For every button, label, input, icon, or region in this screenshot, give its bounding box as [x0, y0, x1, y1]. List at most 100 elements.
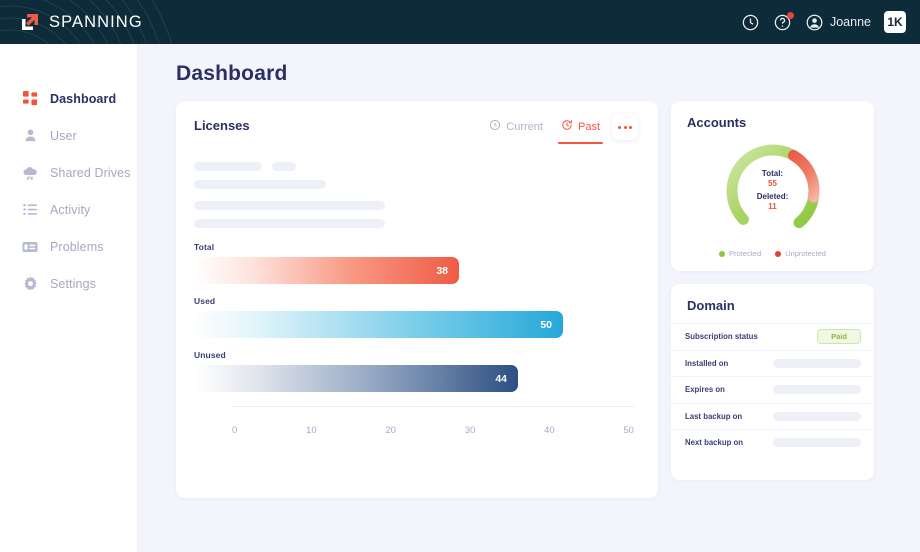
sidebar-label-user: User	[50, 128, 77, 143]
sidebar-item-activity[interactable]: Activity	[0, 191, 137, 228]
accounts-card: Accounts Total: 55 Deleted: 11 Protected…	[671, 101, 874, 271]
app-switcher-badge[interactable]: 1K	[884, 11, 906, 33]
skeleton-bar	[194, 201, 385, 210]
sidebar-label-shared-drives: Shared Drives	[50, 165, 131, 180]
skeleton-bar	[773, 358, 861, 368]
sidebar-label-dashboard: Dashboard	[50, 91, 117, 106]
sidebar-item-dashboard[interactable]: Dashboard	[0, 80, 141, 117]
main-content: Dashboard Licenses Current Past Total 38…	[138, 44, 920, 552]
donut-total-label: Total:	[761, 168, 784, 178]
axis-tick: 0	[232, 425, 238, 436]
axis-line	[232, 406, 634, 407]
axis-tick: 40	[544, 425, 555, 436]
skeleton-bar	[773, 438, 861, 448]
bar-label-unused: Unused	[194, 350, 226, 360]
donut-deleted-value: 11	[768, 201, 777, 211]
history-refresh-icon	[561, 118, 573, 136]
bar-label-total: Total	[194, 242, 215, 252]
bar-value-used: 50	[540, 318, 552, 331]
accounts-legend: Protected Unprotected	[687, 249, 858, 258]
bar-unused[interactable]: 44	[194, 365, 518, 392]
accounts-donut-chart: Total: 55 Deleted: 11	[718, 136, 828, 246]
user-menu[interactable]: Joanne	[805, 13, 871, 32]
skeleton-bar	[272, 162, 296, 171]
donut-deleted-label: Deleted:	[756, 191, 789, 201]
tab-current[interactable]: Current	[489, 118, 543, 144]
tab-past-label: Past	[577, 121, 600, 133]
cloud-drive-icon	[22, 165, 38, 181]
sidebar-item-settings[interactable]: Settings	[0, 265, 137, 302]
donut-total-value: 55	[768, 178, 777, 188]
legend-dot-unprotected-icon	[775, 250, 782, 257]
list-icon	[22, 202, 38, 218]
domain-title: Domain	[687, 298, 735, 313]
licenses-card-header: Licenses Current Past	[194, 114, 638, 144]
licenses-tabs: Current Past	[489, 118, 603, 144]
skeleton-bar	[194, 180, 326, 189]
bar-track: 38	[194, 257, 638, 284]
app-root: SPANNING Joanne 1K Dashboard User Shared…	[0, 0, 920, 552]
legend-item-protected: Protected	[719, 249, 761, 258]
brand-logo[interactable]: SPANNING	[18, 10, 143, 34]
bar-track: 44	[194, 365, 638, 392]
domain-label: Last backup on	[685, 411, 743, 421]
bar-label-used: Used	[194, 296, 216, 306]
accounts-title: Accounts	[687, 115, 747, 130]
person-icon	[22, 128, 38, 144]
tab-past[interactable]: Past	[557, 118, 603, 144]
sidebar-label-activity: Activity	[50, 202, 91, 217]
domain-label: Expires on	[685, 385, 725, 395]
donut-center-text: Total: 55 Deleted: 11	[718, 136, 828, 246]
bar-track: 50	[194, 311, 638, 338]
user-avatar-icon	[805, 13, 824, 32]
clock-icon[interactable]	[741, 13, 760, 32]
bar-group-total: Total 38	[194, 242, 638, 284]
more-options-button[interactable]	[612, 114, 638, 140]
axis-tick: 50	[623, 425, 634, 436]
sidebar-nav: Dashboard User Shared Drives Activity Pr…	[0, 44, 141, 552]
sidebar-label-settings: Settings	[50, 276, 96, 291]
brand-logo-text: SPANNING	[49, 12, 143, 31]
card-list-icon	[22, 239, 38, 255]
axis-tick: 20	[385, 425, 396, 436]
licenses-title: Licenses	[194, 118, 250, 133]
top-header: SPANNING Joanne 1K	[0, 0, 920, 44]
dashboard-cards-row: Licenses Current Past Total 38 Used 50 U…	[176, 101, 896, 498]
skeleton-bar	[773, 385, 861, 395]
sidebar-item-user[interactable]: User	[0, 117, 137, 154]
legend-item-unprotected: Unprotected	[775, 249, 826, 258]
domain-row-expires-on: Expires on	[671, 376, 874, 403]
legend-label-protected: Protected	[729, 249, 762, 258]
domain-row-installed-on: Installed on	[671, 349, 874, 377]
licenses-bar-chart: Total 38 Used 50 Unused 44 0 10 20 30 40…	[194, 242, 638, 436]
more-dot-icon	[623, 125, 627, 129]
page-title: Dashboard	[176, 62, 288, 85]
bar-group-used: Used 50	[194, 296, 638, 338]
status-badge: Paid	[817, 329, 861, 345]
sidebar-item-problems[interactable]: Problems	[0, 228, 137, 265]
chart-x-axis: 0 10 20 30 40 50	[232, 406, 634, 436]
bar-total[interactable]: 38	[194, 257, 459, 284]
domain-row-subscription-status: Subscription status Paid	[671, 323, 874, 350]
header-actions: Joanne 1K	[741, 0, 906, 44]
legend-dot-protected-icon	[719, 250, 726, 257]
bar-used[interactable]: 50	[194, 311, 563, 338]
domain-row-next-backup-on: Next backup on	[671, 429, 874, 456]
domain-card: Domain Subscription status Paid Installe…	[671, 284, 874, 480]
domain-row-last-backup-on: Last backup on	[671, 402, 874, 430]
sidebar-item-shared-drives[interactable]: Shared Drives	[0, 154, 137, 191]
gear-icon	[22, 276, 38, 292]
more-dot-icon	[618, 125, 621, 129]
licenses-loading-placeholders	[194, 162, 638, 228]
domain-label: Installed on	[685, 358, 729, 368]
sidebar-label-problems: Problems	[50, 239, 104, 254]
axis-tick-labels: 0 10 20 30 40 50	[232, 425, 634, 436]
axis-tick: 30	[464, 425, 476, 436]
help-circle-icon[interactable]	[773, 11, 794, 32]
domain-label: Next backup on	[685, 438, 744, 448]
tab-active-underline	[557, 142, 603, 144]
skeleton-bar	[194, 162, 262, 171]
domain-label: Subscription status	[685, 332, 758, 342]
skeleton-row	[194, 162, 638, 171]
user-name-label: Joanne	[829, 15, 871, 29]
